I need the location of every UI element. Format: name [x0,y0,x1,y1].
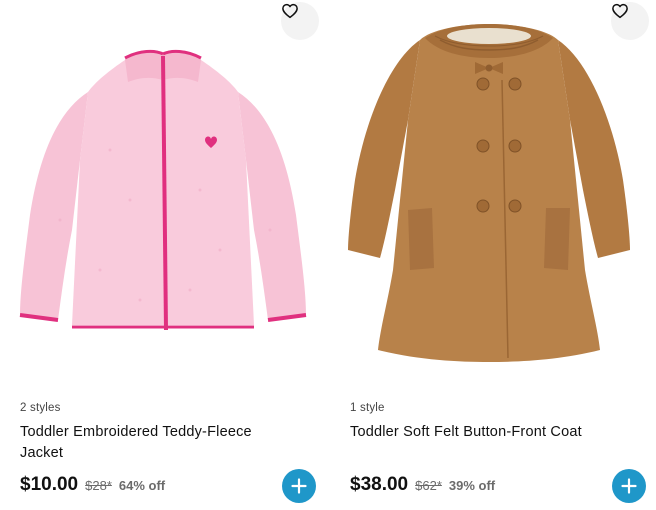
product-name[interactable]: Toddler Soft Felt Button-Front Coat [350,422,620,443]
plus-icon [621,478,637,494]
sale-price: $10.00 [20,474,79,495]
favorite-button[interactable] [281,2,319,40]
price-row: $10.00 $28* 64% off [20,474,165,496]
styles-count: 2 styles [20,402,61,414]
sale-price: $38.00 [350,474,409,495]
discount-label: 39% off [448,478,496,493]
product-image[interactable] [0,0,319,385]
styles-count: 1 style [350,402,385,414]
original-price: $28* [85,478,112,493]
plus-icon [291,478,307,494]
product-image[interactable] [330,0,649,385]
favorite-button[interactable] [611,2,649,40]
original-price: $62* [415,478,442,493]
add-to-bag-button[interactable] [282,469,316,503]
pink-fleece-jacket-image [19,49,307,331]
brown-felt-coat-image [348,24,630,362]
add-to-bag-button[interactable] [612,469,646,503]
price-row: $38.00 $62* 39% off [350,474,495,496]
heart-outline-icon [282,3,298,19]
product-card[interactable]: 2 styles Toddler Embroidered Teddy-Fleec… [0,0,319,510]
product-card[interactable]: 1 style Toddler Soft Felt Button-Front C… [330,0,649,510]
heart-outline-icon [612,3,628,19]
discount-label: 64% off [118,478,166,493]
product-name[interactable]: Toddler Embroidered Teddy-Fleece Jacket [20,422,290,464]
